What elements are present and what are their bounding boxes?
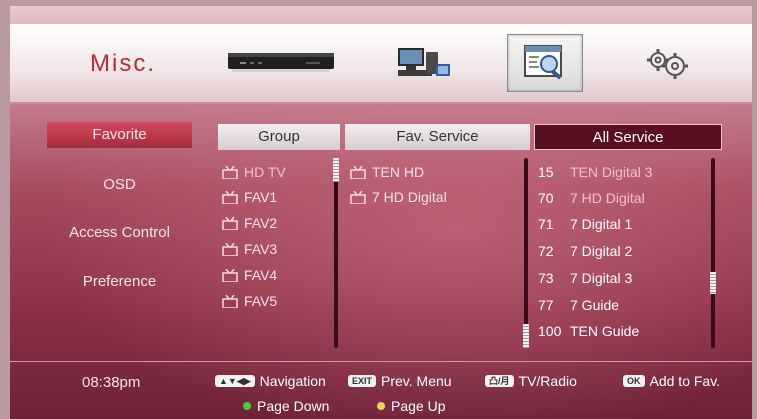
all-service-item[interactable]: 72 7 Digital 2 <box>538 240 632 262</box>
tv-icon <box>222 242 238 256</box>
help-navigation-label: Navigation <box>259 373 326 389</box>
tv-radio-key-icon: 凸/月 <box>485 375 514 387</box>
clock: 08:38pm <box>82 374 141 391</box>
channel-name: 7 Digital 1 <box>570 216 633 232</box>
group-item[interactable]: FAV1 <box>222 186 277 208</box>
page-title: Misc. <box>90 50 156 77</box>
search-window-icon[interactable] <box>507 34 583 92</box>
channel-number: 77 <box>538 297 554 313</box>
fav-service-label: TEN HD <box>372 164 425 180</box>
tv-icon <box>222 268 238 282</box>
tv-icon <box>222 294 238 308</box>
all-service-item[interactable]: 73 7 Digital 3 <box>538 267 632 289</box>
help-page-down: Page Down <box>243 397 329 415</box>
network-computer-icon[interactable] <box>388 34 458 90</box>
group-item[interactable]: FAV3 <box>222 238 277 260</box>
tv-icon <box>350 165 366 179</box>
footer-divider <box>10 361 752 362</box>
group-label: FAV1 <box>244 189 278 205</box>
help-add-to-fav-label: Add to Fav. <box>649 373 721 389</box>
help-tv-radio: 凸/月 TV/Radio <box>485 372 577 390</box>
tv-icon <box>350 190 366 204</box>
group-label: HD TV <box>244 164 286 180</box>
tab-all-service[interactable]: All Service <box>534 124 722 150</box>
channel-number: 15 <box>538 164 554 180</box>
all-service-scrollbar[interactable] <box>710 158 716 348</box>
all-service-item[interactable]: 77 7 Guide <box>538 294 619 316</box>
channel-number: 100 <box>538 323 562 339</box>
gears-icon[interactable] <box>636 34 696 90</box>
ok-key-icon: OK <box>623 375 645 387</box>
channel-name: TEN Guide <box>570 323 640 339</box>
group-label: FAV5 <box>244 293 278 309</box>
set-top-box-icon[interactable] <box>222 34 340 90</box>
group-item[interactable]: HD TV <box>222 161 286 183</box>
sidebar-item-favorite[interactable]: Favorite <box>47 122 192 148</box>
help-navigation: ▲▼◀▶ Navigation <box>215 372 326 390</box>
screen: Misc. Favorite OSD Access Control Prefer… <box>10 6 752 419</box>
fav-service-label: 7 HD Digital <box>372 189 447 205</box>
group-scrollbar[interactable] <box>333 158 339 348</box>
tv-icon <box>222 216 238 230</box>
all-service-item[interactable]: 100 TEN Guide <box>538 320 639 342</box>
fav-scrollbar[interactable] <box>523 158 529 348</box>
group-label: FAV2 <box>244 215 278 231</box>
all-service-item[interactable]: 15 TEN Digital 3 <box>538 161 652 183</box>
yellow-dot-icon <box>377 402 385 410</box>
sidebar-item-preference[interactable]: Preference <box>47 269 192 295</box>
help-page-up-label: Page Up <box>391 398 446 414</box>
sidebar-item-access-control[interactable]: Access Control <box>47 220 192 246</box>
all-service-scroll-thumb[interactable] <box>710 272 716 294</box>
group-item[interactable]: FAV4 <box>222 264 277 286</box>
fav-service-item[interactable]: 7 HD Digital <box>350 186 447 208</box>
group-scroll-thumb[interactable] <box>333 158 339 182</box>
channel-number: 72 <box>538 243 554 259</box>
tv-icon <box>222 165 238 179</box>
channel-name: 7 Digital 2 <box>570 243 633 259</box>
green-dot-icon <box>243 402 251 410</box>
channel-number: 70 <box>538 190 554 206</box>
sidebar-item-osd[interactable]: OSD <box>47 172 192 198</box>
help-prev-menu-label: Prev. Menu <box>381 373 452 389</box>
group-item[interactable]: FAV5 <box>222 290 277 312</box>
help-page-up: Page Up <box>377 397 445 415</box>
all-service-item[interactable]: 71 7 Digital 1 <box>538 213 632 235</box>
arrow-keys-icon: ▲▼◀▶ <box>215 375 255 387</box>
tab-group[interactable]: Group <box>218 124 340 150</box>
group-item[interactable]: FAV2 <box>222 212 277 234</box>
top-bar: Misc. <box>10 24 752 104</box>
help-add-to-fav: OK Add to Fav. <box>623 372 720 390</box>
channel-name: 7 Digital 3 <box>570 270 633 286</box>
channel-number: 71 <box>538 216 554 232</box>
tv-icon <box>222 190 238 204</box>
exit-key-icon: EXIT <box>348 375 377 387</box>
help-prev-menu: EXIT Prev. Menu <box>348 372 452 390</box>
fav-scroll-thumb[interactable] <box>523 324 529 348</box>
tab-fav-service[interactable]: Fav. Service <box>345 124 530 150</box>
group-label: FAV3 <box>244 241 278 257</box>
fav-service-item[interactable]: TEN HD <box>350 161 424 183</box>
help-page-down-label: Page Down <box>257 398 330 414</box>
channel-name: TEN Digital 3 <box>570 164 653 180</box>
help-tv-radio-label: TV/Radio <box>518 373 577 389</box>
channel-name: 7 HD Digital <box>570 190 645 206</box>
all-service-item[interactable]: 70 7 HD Digital <box>538 187 645 209</box>
channel-name: 7 Guide <box>570 297 620 313</box>
channel-number: 73 <box>538 270 554 286</box>
group-label: FAV4 <box>244 267 278 283</box>
